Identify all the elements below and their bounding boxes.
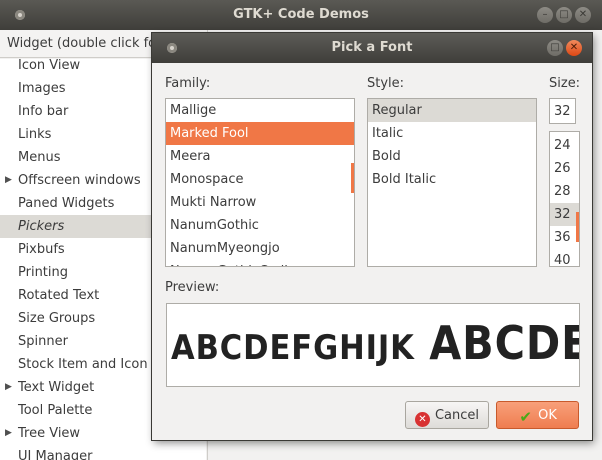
main-titlebar[interactable]: GTK+ Code Demos – □ ✕ <box>0 0 602 30</box>
size-list-item[interactable]: 32 <box>550 203 579 226</box>
demo-list-item-label: Offscreen windows <box>18 173 141 188</box>
ok-button-label: OK <box>538 408 557 423</box>
family-list-item[interactable]: NanumGothic <box>166 214 354 237</box>
size-entry[interactable]: 32 <box>549 98 576 124</box>
dialog-title: Pick a Font <box>331 40 413 55</box>
demo-list-item-label: Text Widget <box>18 380 95 395</box>
family-list-scrollbar[interactable] <box>351 163 354 193</box>
style-list-item[interactable]: Italic <box>368 122 536 145</box>
demo-list-item-label: Spinner <box>18 334 68 349</box>
size-list-scrollbar[interactable] <box>576 212 579 242</box>
demo-list-item-label: Tool Palette <box>18 403 93 418</box>
cancel-button[interactable]: ✕ Cancel <box>405 401 489 429</box>
family-list[interactable]: Mallige Marked Fool Meera Monospace Mukti Na… <box>165 98 355 267</box>
preview-text-small: ABCDEFGHIJK <box>171 328 415 368</box>
demo-list-item-label: Paned Widgets <box>18 196 115 211</box>
size-list-item[interactable]: 26 <box>550 157 579 180</box>
style-list[interactable]: Regular Italic Bold Bold Italic <box>367 98 537 267</box>
style-label: Style: <box>367 76 405 91</box>
demo-list-item-label: Tree View <box>18 426 81 441</box>
demo-list-item-label: Size Groups <box>18 311 96 326</box>
maximize-icon[interactable]: □ <box>556 7 572 23</box>
demo-list-item-label: Printing <box>18 265 69 280</box>
family-label: Family: <box>165 76 211 91</box>
demo-list-item-label: Pixbufs <box>18 242 65 257</box>
check-icon: ✔ <box>519 408 532 426</box>
minimize-icon[interactable]: – <box>537 7 553 23</box>
demo-list-item-label: Pickers <box>18 219 65 234</box>
cancel-button-label: Cancel <box>434 408 480 423</box>
size-list-item[interactable]: 28 <box>550 180 579 203</box>
expander-arrow-icon[interactable]: ▶ <box>5 376 12 399</box>
preview-area[interactable]: ABCDEFGHIJK ABCDEFGHIJK <box>166 303 580 387</box>
dialog-titlebar[interactable]: Pick a Font □ ✕ <box>152 33 592 63</box>
demo-list-item-label: Links <box>18 127 52 142</box>
cancel-icon: ✕ <box>414 412 430 427</box>
demo-list-item[interactable]: UI Manager <box>0 445 206 460</box>
ok-button[interactable]: ✔ OK <box>496 401 579 429</box>
preview-text-big: ABCDEFGHIJK <box>429 316 580 370</box>
style-list-item[interactable]: Bold Italic <box>368 168 536 191</box>
dialog-maximize-icon[interactable]: □ <box>547 40 563 56</box>
main-window-title: GTK+ Code Demos <box>233 7 369 22</box>
demo-list-item-label: Menus <box>18 150 61 165</box>
size-list-item[interactable]: 40 <box>550 249 579 266</box>
demo-list-item-label: Rotated Text <box>18 288 100 303</box>
dialog-close-icon[interactable]: ✕ <box>566 40 582 56</box>
preview-label: Preview: <box>165 280 220 295</box>
family-list-item[interactable]: Marked Fool <box>166 122 354 145</box>
font-chooser-dialog: Pick a Font □ ✕ Family: Style: Size: Mal… <box>152 33 592 440</box>
family-list-item[interactable]: Meera <box>166 145 354 168</box>
family-list-item[interactable]: Monospace <box>166 168 354 191</box>
style-list-item[interactable]: Bold <box>368 145 536 168</box>
close-icon[interactable]: ✕ <box>575 7 591 23</box>
demo-list-item-label: Info bar <box>18 104 69 119</box>
size-label: Size: <box>549 76 581 91</box>
family-list-item[interactable]: Mallige <box>166 99 354 122</box>
size-list-item[interactable]: 36 <box>550 226 579 249</box>
preview-text: ABCDEFGHIJK ABCDEFGHIJK <box>171 316 580 370</box>
expander-arrow-icon[interactable]: ▶ <box>5 422 12 445</box>
expander-arrow-icon[interactable]: ▶ <box>5 169 12 192</box>
family-list-item[interactable]: NanumGothicCoding <box>166 260 354 266</box>
family-list-item[interactable]: Mukti Narrow <box>166 191 354 214</box>
demo-list-item-label: Icon View <box>18 59 81 73</box>
style-list-item[interactable]: Regular <box>368 99 536 122</box>
family-list-item[interactable]: NanumMyeongjo <box>166 237 354 260</box>
demo-list-item-label: Images <box>18 81 66 96</box>
demo-list-item-label: UI Manager <box>18 449 93 460</box>
size-list-item[interactable]: 24 <box>550 134 579 157</box>
size-list[interactable]: 24 26 28 32 36 40 <box>549 131 580 267</box>
